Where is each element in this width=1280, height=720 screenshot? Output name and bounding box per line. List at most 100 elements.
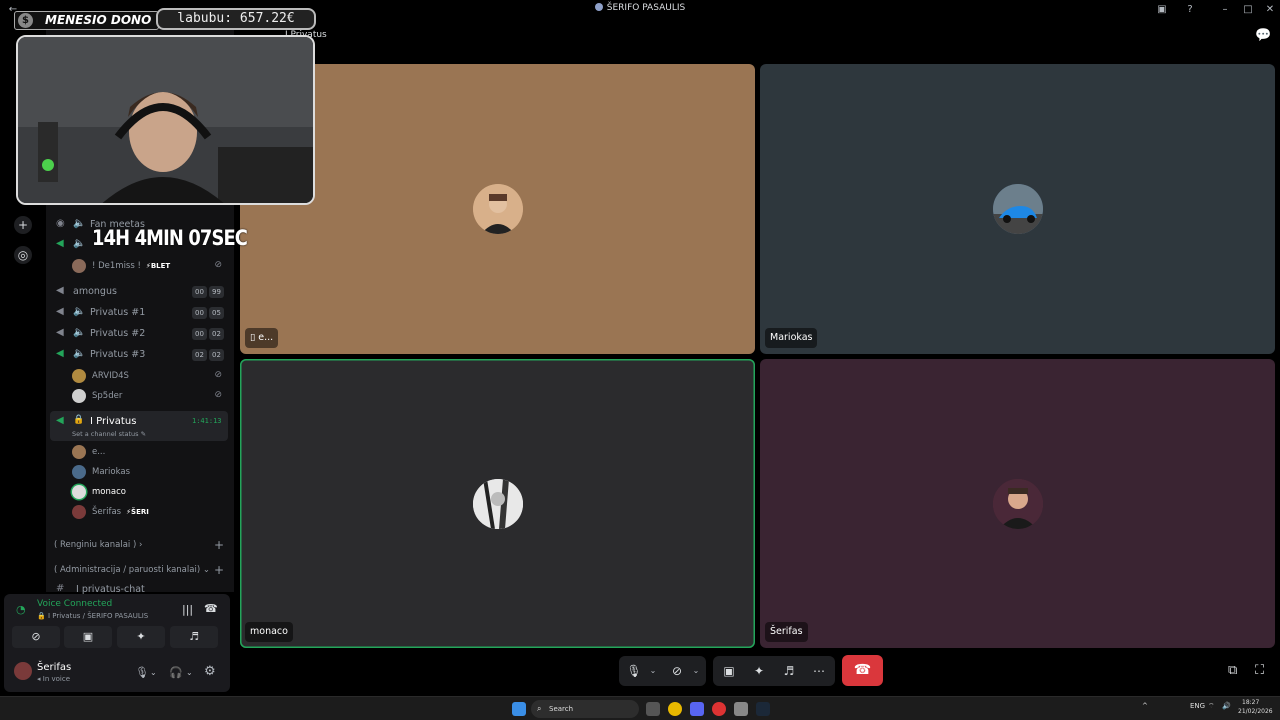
more-options-icon[interactable]: ⋯ bbox=[809, 661, 829, 681]
channel-privatus-2[interactable]: ◀ 🔈 Privatus #2 00 02 bbox=[46, 324, 234, 344]
hash-icon: # bbox=[56, 583, 65, 594]
activities-icon[interactable]: ✦ bbox=[749, 661, 769, 681]
chevron-down-icon[interactable]: ⌄ bbox=[150, 668, 157, 677]
discord-icon[interactable] bbox=[690, 702, 704, 716]
chevron-down-icon[interactable]: ⌄ bbox=[691, 664, 701, 678]
help-icon[interactable]: ? bbox=[1183, 3, 1197, 17]
voice-channel-icon: ◀ bbox=[56, 327, 64, 338]
app-icon[interactable] bbox=[712, 702, 726, 716]
avatar bbox=[472, 478, 523, 529]
inbox-icon[interactable]: ▣ bbox=[1155, 3, 1169, 17]
voice-user[interactable]: Šerifas ⚡ŠERI bbox=[46, 502, 234, 522]
video-tile-monaco[interactable]: monaco bbox=[240, 359, 755, 648]
add-server-icon[interactable]: + bbox=[14, 216, 32, 234]
chevron-down-icon[interactable]: ⌄ bbox=[648, 664, 658, 678]
screen-share-icon[interactable]: ▣ bbox=[719, 661, 739, 681]
tile-label: Šerifas bbox=[765, 622, 808, 642]
windows-start-icon[interactable] bbox=[512, 702, 526, 716]
video-tile-serifas[interactable]: Šerifas bbox=[760, 359, 1275, 648]
user-tag: ⚡ŠERI bbox=[126, 508, 149, 516]
muted-icon: ⊘ bbox=[214, 260, 222, 270]
phone-hangup-icon: ☎ bbox=[853, 662, 872, 678]
network-icon[interactable]: ⌔ bbox=[1208, 702, 1215, 711]
settings-gear-icon[interactable]: ⚙ bbox=[204, 664, 216, 679]
disconnect-icon[interactable]: ☎ bbox=[204, 602, 218, 615]
stream-timer: 14H 4MIN 07SEC bbox=[92, 226, 248, 250]
avatar bbox=[72, 505, 86, 519]
user-name: Šerifas bbox=[37, 662, 72, 673]
muted-icon: ⊘ bbox=[214, 370, 222, 380]
speaker-icon: 🔈 bbox=[73, 306, 86, 317]
call-duration: 1:41:13 bbox=[192, 417, 222, 425]
avatar-image bbox=[992, 478, 1043, 529]
speaker-icon: 🔈 bbox=[73, 327, 86, 338]
tile-label: Mariokas bbox=[765, 328, 818, 348]
minimize-icon[interactable]: – bbox=[1218, 3, 1232, 17]
category-renginiu[interactable]: ( Renginiu kanalai ) › + bbox=[54, 538, 234, 552]
add-channel-icon[interactable]: + bbox=[214, 563, 224, 577]
headphones-icon[interactable]: 🎧 bbox=[169, 666, 183, 679]
voice-status[interactable]: Voice Connected bbox=[37, 599, 112, 609]
taskbar-search[interactable]: ⌕ Search bbox=[531, 700, 639, 718]
voice-active-icon: ◀ bbox=[56, 415, 64, 426]
clock-time[interactable]: 18:27 bbox=[1242, 699, 1259, 706]
steam-icon[interactable] bbox=[756, 702, 770, 716]
input-language[interactable]: ENG bbox=[1190, 702, 1205, 710]
chevron-down-icon[interactable]: ⌄ bbox=[186, 668, 193, 677]
add-channel-icon[interactable]: + bbox=[214, 538, 224, 552]
microphone-icon[interactable]: 🎙 bbox=[624, 661, 644, 681]
activities-button[interactable]: ✦ bbox=[117, 626, 165, 648]
server-icon bbox=[594, 3, 603, 11]
voice-user[interactable]: monaco bbox=[46, 482, 234, 502]
voice-user[interactable]: ! De1miss ! ⚡BLET ⊘ bbox=[46, 256, 234, 276]
voice-user[interactable]: ARVID4S ⊘ bbox=[46, 366, 234, 386]
camera-off-icon[interactable]: ⊘ bbox=[667, 661, 687, 681]
maximize-icon[interactable]: □ bbox=[1241, 3, 1255, 17]
avatar bbox=[992, 184, 1043, 234]
webcam-feed bbox=[18, 37, 313, 203]
voice-user[interactable]: Mariokas bbox=[46, 462, 234, 482]
discover-icon[interactable]: ◎ bbox=[14, 246, 32, 264]
chat-bubble-icon[interactable]: 💬 bbox=[1255, 28, 1271, 43]
tray-chevron-icon[interactable]: ^ bbox=[1142, 702, 1148, 710]
screen-share-button[interactable]: ▣ bbox=[64, 626, 112, 648]
audio-video-controls: 🎙 ⌄ ⊘ ⌄ bbox=[619, 656, 706, 686]
channel-status-placeholder[interactable]: Set a channel status ✎ bbox=[72, 430, 146, 438]
user-tag: ⚡BLET bbox=[145, 262, 171, 270]
chrome-icon[interactable] bbox=[668, 702, 682, 716]
soundboard-icon[interactable]: ♬ bbox=[779, 661, 799, 681]
fullscreen-icon[interactable]: ⛶ bbox=[1255, 663, 1264, 678]
channel-privatus-1[interactable]: ◀ 🔈 Privatus #1 00 05 bbox=[46, 303, 234, 323]
video-tile-mariokas[interactable]: Mariokas bbox=[760, 64, 1275, 354]
channel-amongus[interactable]: ◀ amongus 00 99 bbox=[46, 282, 234, 302]
dollar-coin-icon: $ bbox=[18, 13, 33, 28]
webcam-overlay bbox=[16, 35, 315, 205]
speaker-icon: 🔈 bbox=[73, 348, 86, 359]
category-administracija[interactable]: ( Administracija / paruosti kanalai) ⌄ + bbox=[54, 563, 234, 577]
avatar[interactable] bbox=[14, 662, 32, 680]
volume-icon[interactable]: 🔊 bbox=[1222, 702, 1231, 710]
voice-user[interactable]: e... bbox=[46, 442, 234, 462]
tile-label: ▯ e... bbox=[245, 328, 279, 348]
donate-banner: $ MENESIO DONO bbox=[14, 11, 159, 30]
camera-off-button[interactable]: ⊘ bbox=[12, 626, 60, 648]
close-icon[interactable]: ✕ bbox=[1263, 3, 1277, 17]
microphone-icon[interactable]: 🎙 bbox=[135, 666, 149, 679]
action-controls: ▣ ✦ ♬ ⋯ bbox=[713, 656, 835, 686]
settings-icon[interactable] bbox=[734, 702, 748, 716]
signal-icon: ◔ bbox=[16, 603, 26, 616]
video-tile-e[interactable]: ▯ e... bbox=[240, 64, 755, 354]
app-icon[interactable] bbox=[646, 702, 660, 716]
voice-user[interactable]: Sp5der ⊘ bbox=[46, 386, 234, 406]
popout-icon[interactable]: ⧉ bbox=[1228, 663, 1237, 678]
avatar bbox=[472, 184, 523, 234]
soundboard-button[interactable]: ♬ bbox=[170, 626, 218, 648]
voice-channel-icon: ◀ bbox=[56, 285, 64, 296]
muted-icon: ⊘ bbox=[214, 390, 222, 400]
disconnect-button[interactable]: ☎ bbox=[842, 655, 883, 686]
active-channel[interactable]: ◀ 🔒 I Privatus 1:41:13 Set a channel sta… bbox=[50, 411, 228, 441]
channel-privatus-3[interactable]: ◀ 🔈 Privatus #3 02 02 bbox=[46, 345, 234, 365]
clock-date[interactable]: 21/02/2026 bbox=[1238, 708, 1273, 715]
noise-suppression-icon[interactable]: ||| bbox=[182, 603, 193, 616]
stage-icon: ◉ bbox=[56, 218, 65, 229]
